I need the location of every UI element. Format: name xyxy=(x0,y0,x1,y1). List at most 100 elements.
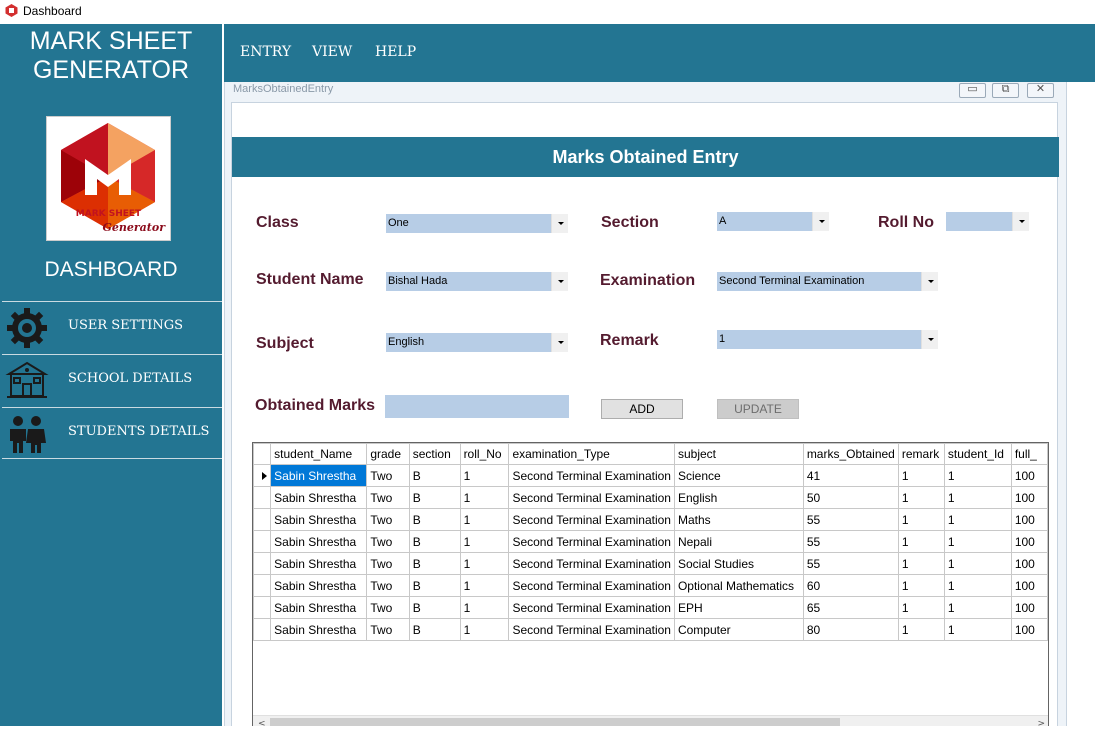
table-cell[interactable]: Two xyxy=(366,574,410,597)
table-cell[interactable]: 50 xyxy=(802,486,899,509)
update-button[interactable]: UPDATE xyxy=(717,399,799,419)
grid-column-header[interactable]: remark xyxy=(897,443,945,465)
grid-column-header[interactable]: section xyxy=(408,443,461,465)
table-cell[interactable]: 1 xyxy=(897,486,945,509)
chevron-down-icon[interactable] xyxy=(551,272,568,291)
table-cell[interactable]: 1 xyxy=(459,508,510,531)
table-cell[interactable]: 1 xyxy=(459,464,510,487)
table-cell[interactable]: 100 xyxy=(1010,464,1048,487)
grid-column-header[interactable]: full_ xyxy=(1010,443,1048,465)
grid-column-header[interactable]: subject xyxy=(673,443,804,465)
table-cell[interactable]: Two xyxy=(366,464,410,487)
table-cell[interactable]: 1 xyxy=(943,552,1012,575)
table-cell[interactable]: 1 xyxy=(459,486,510,509)
row-header-cell[interactable] xyxy=(253,552,272,575)
table-row[interactable]: Sabin Shrestha Two B 1 Second Terminal Exami… xyxy=(253,596,1048,619)
chevron-down-icon[interactable] xyxy=(551,214,568,233)
row-header-cell[interactable] xyxy=(253,530,272,553)
table-cell[interactable]: 100 xyxy=(1010,486,1048,509)
table-cell[interactable]: 1 xyxy=(897,552,945,575)
row-header-cell[interactable] xyxy=(253,596,272,619)
table-cell[interactable]: B xyxy=(408,530,461,553)
restore-button[interactable]: ⧉ xyxy=(992,82,1019,98)
table-cell[interactable]: 100 xyxy=(1010,618,1048,641)
chevron-down-icon[interactable] xyxy=(921,330,938,349)
section-combo[interactable]: A xyxy=(717,212,829,231)
student-name-combo[interactable]: Bishal Hada xyxy=(386,272,568,291)
table-cell[interactable]: B xyxy=(408,574,461,597)
table-cell[interactable]: 1 xyxy=(943,596,1012,619)
grid-column-header[interactable]: student_Id xyxy=(943,443,1012,465)
table-cell[interactable]: 1 xyxy=(943,464,1012,487)
table-cell[interactable]: Two xyxy=(366,552,410,575)
grid-column-header[interactable]: examination_Type xyxy=(508,443,675,465)
table-cell[interactable]: 1 xyxy=(459,596,510,619)
chevron-down-icon[interactable] xyxy=(812,212,829,231)
table-cell[interactable]: 1 xyxy=(459,552,510,575)
table-cell[interactable]: 1 xyxy=(897,464,945,487)
table-row[interactable]: Sabin Shrestha Two B 1 Second Terminal Exami… xyxy=(253,486,1048,509)
table-cell[interactable]: 1 xyxy=(459,618,510,641)
table-cell[interactable]: Sabin Shrestha xyxy=(270,530,368,553)
table-cell[interactable]: Two xyxy=(366,530,410,553)
table-cell[interactable]: 100 xyxy=(1010,530,1048,553)
table-cell[interactable]: 100 xyxy=(1010,552,1048,575)
table-cell[interactable]: 1 xyxy=(897,596,945,619)
table-row[interactable]: Sabin Shrestha Two B 1 Second Terminal Exami… xyxy=(253,530,1048,553)
examination-combo[interactable]: Second Terminal Examination xyxy=(717,272,938,291)
table-row[interactable]: Sabin Shrestha Two B 1 Second Terminal Exami… xyxy=(253,508,1048,531)
table-cell[interactable]: Two xyxy=(366,508,410,531)
table-cell[interactable]: 55 xyxy=(802,508,899,531)
table-cell[interactable]: 1 xyxy=(897,618,945,641)
table-cell[interactable]: Second Terminal Examination xyxy=(508,508,675,531)
table-cell[interactable]: EPH xyxy=(673,596,804,619)
table-cell[interactable]: Second Terminal Examination xyxy=(508,574,675,597)
sidebar-item-user-settings[interactable]: USER SETTINGS xyxy=(2,302,222,354)
table-cell[interactable]: B xyxy=(408,464,461,487)
table-cell[interactable]: Maths xyxy=(673,508,804,531)
table-cell[interactable]: Sabin Shrestha xyxy=(270,618,368,641)
subject-combo[interactable]: English xyxy=(386,333,568,352)
table-row[interactable]: Sabin Shrestha Two B 1 Second Terminal Exami… xyxy=(253,464,1048,487)
table-cell[interactable]: B xyxy=(408,618,461,641)
table-row[interactable]: Sabin Shrestha Two B 1 Second Terminal Exami… xyxy=(253,574,1048,597)
grid-column-header[interactable]: marks_Obtained xyxy=(802,443,899,465)
table-cell[interactable]: 55 xyxy=(802,530,899,553)
menu-entry[interactable]: ENTRY xyxy=(240,44,291,60)
table-cell[interactable]: Sabin Shrestha xyxy=(270,508,368,531)
table-cell[interactable]: English xyxy=(673,486,804,509)
row-header-cell[interactable] xyxy=(253,464,272,487)
table-cell[interactable]: 55 xyxy=(802,552,899,575)
table-cell[interactable]: Second Terminal Examination xyxy=(508,618,675,641)
table-cell[interactable]: 1 xyxy=(897,574,945,597)
row-header-cell[interactable] xyxy=(253,508,272,531)
table-cell[interactable]: 60 xyxy=(802,574,899,597)
table-cell[interactable]: 100 xyxy=(1010,574,1048,597)
roll-no-combo[interactable] xyxy=(946,212,1029,231)
row-header-cell[interactable] xyxy=(253,574,272,597)
table-cell[interactable]: Two xyxy=(366,486,410,509)
grid-column-header[interactable]: student_Name xyxy=(270,443,368,465)
table-cell[interactable]: 41 xyxy=(802,464,899,487)
table-cell[interactable]: 1 xyxy=(943,508,1012,531)
table-cell[interactable]: 80 xyxy=(802,618,899,641)
table-cell[interactable]: B xyxy=(408,552,461,575)
remark-combo[interactable]: 1 xyxy=(717,330,938,349)
chevron-down-icon[interactable] xyxy=(921,272,938,291)
table-cell[interactable]: Nepali xyxy=(673,530,804,553)
menu-view[interactable]: VIEW xyxy=(312,44,352,60)
table-cell[interactable]: 1 xyxy=(943,574,1012,597)
table-cell[interactable]: Two xyxy=(366,618,410,641)
chevron-down-icon[interactable] xyxy=(1012,212,1029,231)
table-cell[interactable]: 1 xyxy=(943,486,1012,509)
table-cell[interactable]: B xyxy=(408,486,461,509)
table-cell[interactable]: B xyxy=(408,596,461,619)
table-cell[interactable]: 1 xyxy=(897,530,945,553)
table-cell[interactable]: Sabin Shrestha xyxy=(270,552,368,575)
table-cell[interactable]: Second Terminal Examination xyxy=(508,486,675,509)
chevron-down-icon[interactable] xyxy=(551,333,568,352)
close-button[interactable]: ✕ xyxy=(1027,82,1054,98)
grid-column-header[interactable]: roll_No xyxy=(459,443,510,465)
table-cell[interactable]: 1 xyxy=(897,508,945,531)
table-cell[interactable]: Second Terminal Examination xyxy=(508,464,675,487)
